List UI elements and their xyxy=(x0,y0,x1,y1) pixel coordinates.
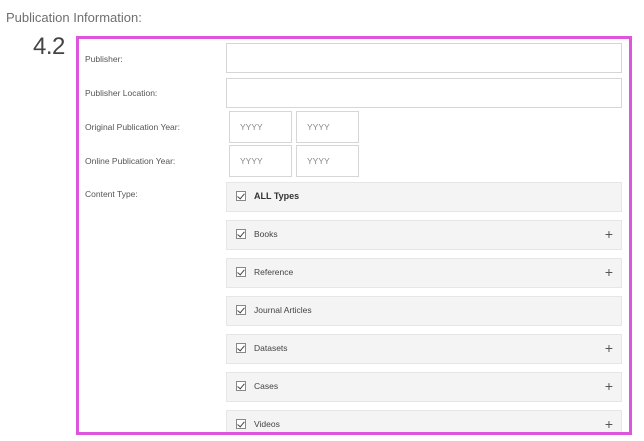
content-type-cases[interactable]: Cases + xyxy=(226,372,622,402)
expand-plus-icon[interactable]: + xyxy=(605,378,613,394)
publisher-location-label: Publisher Location: xyxy=(85,88,158,98)
content-type-videos[interactable]: Videos + xyxy=(226,410,622,432)
online-year-from-input[interactable]: YYYY xyxy=(229,145,292,177)
checkbox-checked-icon[interactable] xyxy=(236,381,246,391)
expand-plus-icon[interactable]: + xyxy=(605,416,613,432)
original-year-to-input[interactable]: YYYY xyxy=(296,111,359,143)
expand-plus-icon[interactable]: + xyxy=(605,340,613,356)
content-type-all[interactable]: ALL Types xyxy=(226,182,622,212)
publication-info-panel: Publisher: Publisher Location: Original … xyxy=(76,36,632,435)
content-type-reference-label: Reference xyxy=(254,267,294,277)
content-type-reference[interactable]: Reference + xyxy=(226,258,622,288)
online-year-label: Online Publication Year: xyxy=(85,156,176,166)
content-type-cases-label: Cases xyxy=(254,381,279,391)
content-type-datasets[interactable]: Datasets + xyxy=(226,334,622,364)
content-type-all-label: ALL Types xyxy=(254,191,300,201)
checkbox-checked-icon[interactable] xyxy=(236,191,246,201)
online-year-to-input[interactable]: YYYY xyxy=(296,145,359,177)
step-number: 4.2 xyxy=(33,33,65,60)
expand-plus-icon[interactable]: + xyxy=(605,226,613,242)
content-type-videos-label: Videos xyxy=(254,419,280,429)
checkbox-checked-icon[interactable] xyxy=(236,343,246,353)
section-title: Publication Information: xyxy=(6,10,142,25)
checkbox-checked-icon[interactable] xyxy=(236,419,246,429)
publisher-input[interactable] xyxy=(226,43,622,73)
checkbox-checked-icon[interactable] xyxy=(236,267,246,277)
content-type-label: Content Type: xyxy=(85,189,138,199)
content-type-books[interactable]: Books + xyxy=(226,220,622,250)
content-type-books-label: Books xyxy=(254,229,278,239)
content-type-datasets-label: Datasets xyxy=(254,343,288,353)
expand-plus-icon[interactable]: + xyxy=(605,264,613,280)
publisher-label: Publisher: xyxy=(85,54,123,64)
publisher-location-input[interactable] xyxy=(226,78,622,108)
checkbox-checked-icon[interactable] xyxy=(236,305,246,315)
original-year-label: Original Publication Year: xyxy=(85,122,180,132)
checkbox-checked-icon[interactable] xyxy=(236,229,246,239)
content-type-journal-articles[interactable]: Journal Articles xyxy=(226,296,622,326)
original-year-from-input[interactable]: YYYY xyxy=(229,111,292,143)
content-type-journal-articles-label: Journal Articles xyxy=(254,305,312,315)
